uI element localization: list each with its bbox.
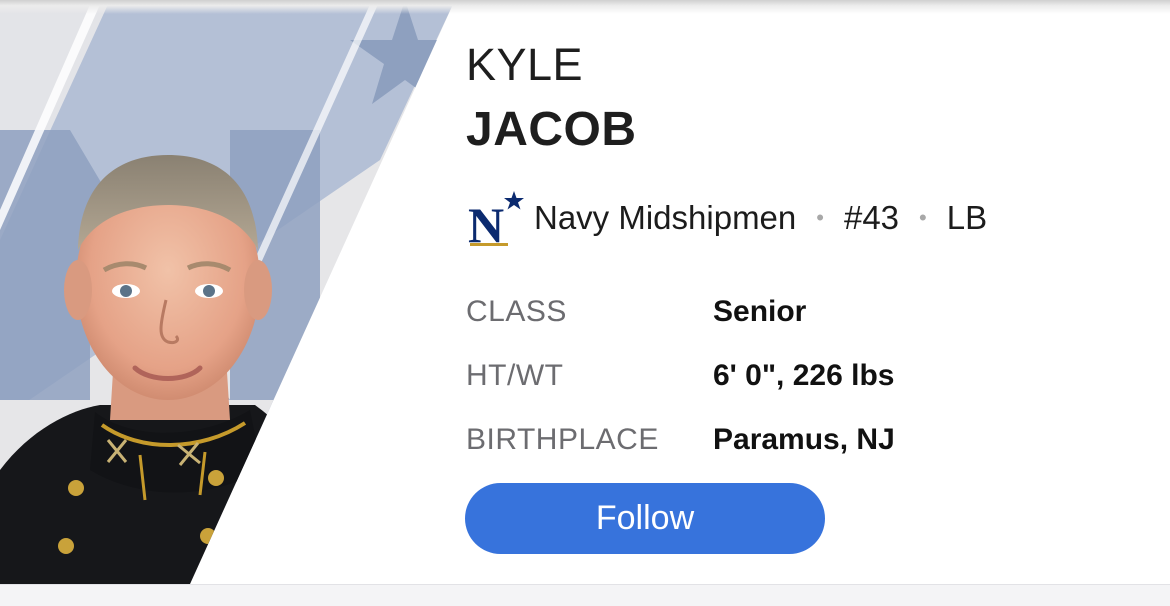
class-label: CLASS: [466, 295, 567, 328]
detail-row-height-weight: HT/WT 6' 0", 226 lbs: [466, 344, 895, 408]
birthplace-value: Paramus, NJ: [713, 423, 895, 456]
top-edge-shadow: [0, 0, 1170, 14]
jersey-number: #43: [843, 199, 900, 236]
birthplace-label: BIRTHPLACE: [466, 423, 659, 456]
detail-row-class: CLASS Senior: [466, 280, 895, 344]
follow-button[interactable]: Follow: [465, 483, 825, 554]
player-position: LB: [946, 199, 988, 236]
player-last-name: JACOB: [466, 103, 637, 156]
player-details-table: CLASS Senior HT/WT 6' 0", 226 lbs BIRTHP…: [466, 280, 895, 472]
player-card: KYLE JACOB N Navy Midshipmen • #43 • LB …: [0, 0, 1170, 606]
svg-text:N: N: [468, 197, 504, 248]
height-weight-value: 6' 0", 226 lbs: [713, 359, 895, 392]
class-value: Senior: [713, 295, 807, 328]
separator-dot: •: [816, 205, 824, 230]
player-first-name: KYLE: [466, 39, 584, 90]
team-info-row: N Navy Midshipmen • #43 • LB: [466, 188, 988, 253]
player-headshot: [0, 0, 460, 584]
height-weight-label: HT/WT: [466, 359, 564, 392]
detail-row-birthplace: BIRTHPLACE Paramus, NJ: [466, 408, 895, 472]
navy-team-logo-icon[interactable]: N: [466, 188, 526, 253]
bottom-divider-bar: [0, 584, 1170, 606]
separator-dot: •: [919, 205, 927, 230]
team-name-link[interactable]: Navy Midshipmen: [534, 199, 796, 237]
